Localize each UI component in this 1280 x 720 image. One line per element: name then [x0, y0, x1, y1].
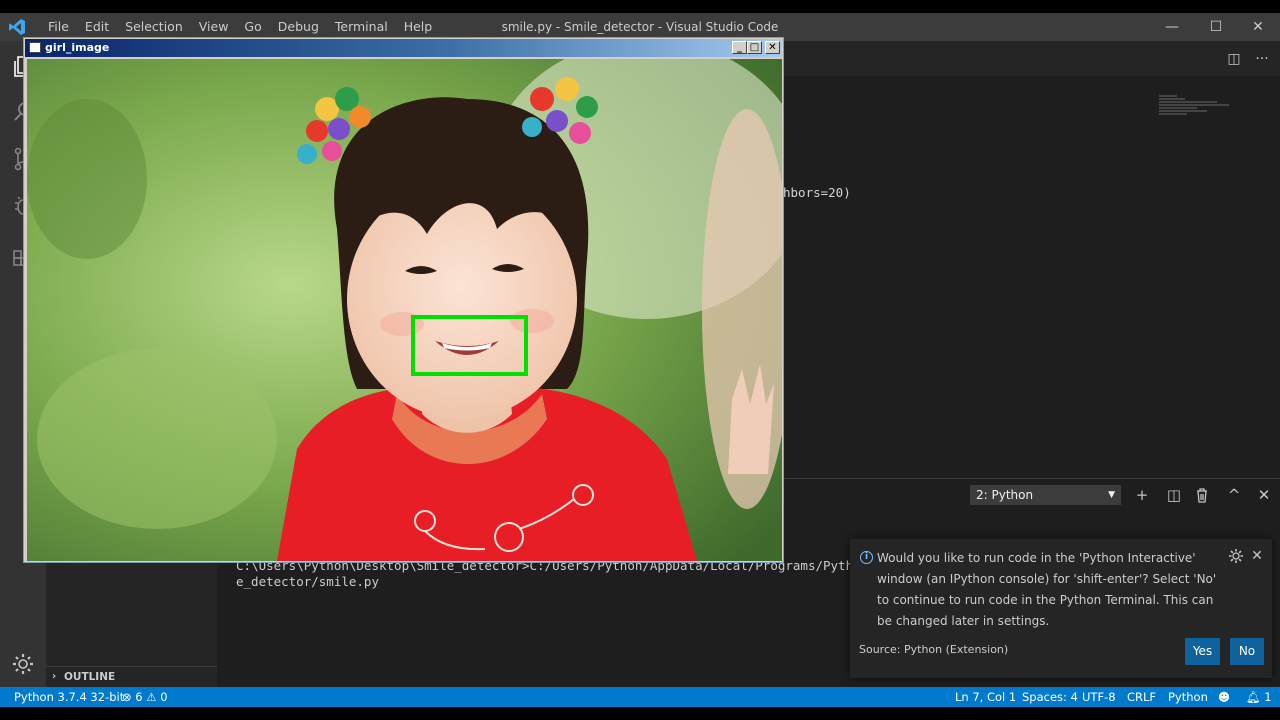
split-editor-icon[interactable]: ◫ [1224, 49, 1244, 69]
indentation-status[interactable]: Spaces: 4 [1022, 687, 1078, 707]
gear-icon[interactable] [1227, 547, 1245, 565]
outline-section-header[interactable]: › OUTLINE [46, 666, 217, 687]
window-maximize-button[interactable]: ☐ [1194, 13, 1238, 41]
minimap[interactable] [1157, 91, 1237, 121]
warning-icon: ⚠ [146, 690, 157, 704]
window-close-button[interactable]: ✕ [1236, 13, 1280, 41]
more-actions-icon[interactable]: ··· [1252, 49, 1272, 69]
cv-maximize-button[interactable]: □ [747, 41, 762, 54]
split-terminal-icon[interactable]: ◫ [1163, 484, 1185, 506]
dropdown-arrow-icon: ▼ [1108, 490, 1115, 500]
app-window-icon [29, 42, 41, 53]
maximize-panel-icon[interactable]: ^ [1223, 484, 1245, 506]
vscode-logo-icon [9, 19, 25, 35]
notification-toast: i Would you like to run code in the 'Pyt… [850, 539, 1272, 678]
no-button[interactable]: No [1230, 638, 1264, 665]
close-icon[interactable]: ✕ [1248, 547, 1266, 565]
problems-status[interactable]: ⊗ 6 ⚠ 0 [122, 687, 168, 707]
cv-window-title: girl_image [45, 41, 110, 54]
screen: File Edit Selection View Go Debug Termin… [0, 0, 1280, 720]
letterbox-bottom [0, 707, 1280, 720]
outline-label: OUTLINE [64, 671, 116, 683]
error-count: 6 [135, 690, 143, 704]
eol-status[interactable]: CRLF [1127, 687, 1156, 707]
notification-source: Source: Python (Extension) [859, 643, 1009, 656]
terminal-selector[interactable]: 2: Python ▼ [970, 485, 1121, 505]
warning-count: 0 [160, 690, 168, 704]
window-minimize-button[interactable]: — [1150, 13, 1194, 41]
python-interpreter-status[interactable]: Python 3.7.4 32-bit [14, 687, 124, 707]
letterbox-top [0, 0, 1280, 13]
girl-photo [27, 59, 782, 561]
cv-close-button[interactable]: ✕ [765, 41, 780, 54]
encoding-status[interactable]: UTF-8 [1082, 687, 1116, 707]
cv-minimize-button[interactable]: _ [732, 41, 747, 54]
settings-gear-icon[interactable] [10, 651, 36, 677]
new-terminal-icon[interactable]: + [1131, 484, 1153, 506]
notifications-status[interactable]: 🔔︎ 1 [1246, 687, 1272, 707]
status-bar: Python 3.7.4 32-bit ⊗ 6 ⚠ 0 Ln 7, Col 1 … [0, 687, 1280, 707]
terminal-selected-label: 2: Python [976, 488, 1034, 502]
opencv-image-window[interactable]: girl_image _ □ ✕ [23, 37, 784, 563]
bell-icon: 🔔︎ [1246, 690, 1261, 704]
error-icon: ⊗ [122, 690, 132, 704]
terminal-line: e_detector/smile.py [236, 574, 379, 589]
cv-window-titlebar[interactable]: girl_image _ □ ✕ [25, 39, 782, 57]
yes-button[interactable]: Yes [1185, 638, 1220, 665]
feedback-smiley-icon[interactable]: ☻ [1218, 687, 1230, 707]
info-icon: i [860, 551, 873, 564]
trash-icon[interactable] [1193, 486, 1211, 504]
notification-count: 1 [1264, 690, 1272, 704]
cursor-position-status[interactable]: Ln 7, Col 1 [955, 687, 1016, 707]
notification-message: Would you like to run code in the 'Pytho… [877, 551, 1217, 628]
code-line: hbors=20) [783, 185, 851, 200]
language-status[interactable]: Python [1168, 687, 1208, 707]
chevron-right-icon: › [52, 671, 57, 682]
close-panel-icon[interactable]: ✕ [1253, 484, 1275, 506]
